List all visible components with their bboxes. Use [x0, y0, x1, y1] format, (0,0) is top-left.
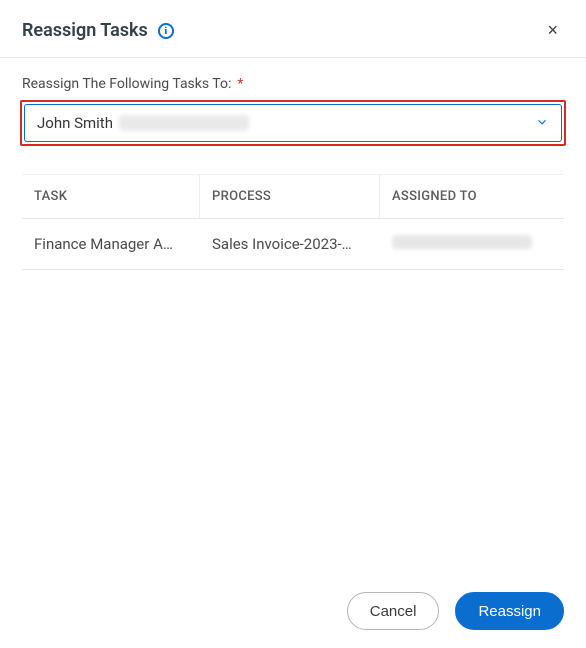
- dialog-footer: Cancel Reassign: [347, 592, 564, 630]
- reassign-to-select-highlight: John Smith: [20, 100, 566, 146]
- redacted-text: [392, 235, 532, 249]
- close-button[interactable]: ×: [541, 18, 564, 43]
- dialog-title: Reassign Tasks: [22, 20, 148, 41]
- reassign-button[interactable]: Reassign: [455, 592, 564, 630]
- column-header-assigned-to: ASSIGNED TO: [380, 175, 564, 218]
- cell-task: Finance Manager A…: [22, 219, 200, 269]
- close-icon: ×: [547, 20, 558, 40]
- reassign-to-value: John Smith: [37, 114, 249, 132]
- cell-assigned-to: [380, 219, 564, 269]
- tasks-table: TASK PROCESS ASSIGNED TO Finance Manager…: [20, 174, 566, 270]
- chevron-down-icon: [535, 114, 549, 133]
- column-header-process: PROCESS: [200, 175, 380, 218]
- table-row[interactable]: Finance Manager A… Sales Invoice-2023-…: [22, 219, 564, 270]
- reassign-to-value-text: John Smith: [37, 114, 113, 132]
- cell-process: Sales Invoice-2023-…: [200, 219, 380, 269]
- reassign-to-label: Reassign The Following Tasks To:: [22, 76, 231, 92]
- reassign-to-select[interactable]: John Smith: [24, 104, 562, 142]
- dialog-body: Reassign The Following Tasks To: * John …: [0, 58, 586, 270]
- column-header-task: TASK: [22, 175, 200, 218]
- table-header-row: TASK PROCESS ASSIGNED TO: [22, 174, 564, 219]
- info-icon[interactable]: i: [158, 23, 174, 39]
- header-left: Reassign Tasks i: [22, 20, 174, 41]
- cancel-button[interactable]: Cancel: [347, 592, 440, 630]
- dialog-header: Reassign Tasks i ×: [0, 0, 586, 58]
- required-indicator: *: [237, 76, 243, 92]
- reassign-to-label-row: Reassign The Following Tasks To: *: [20, 76, 566, 92]
- redacted-text: [119, 115, 249, 131]
